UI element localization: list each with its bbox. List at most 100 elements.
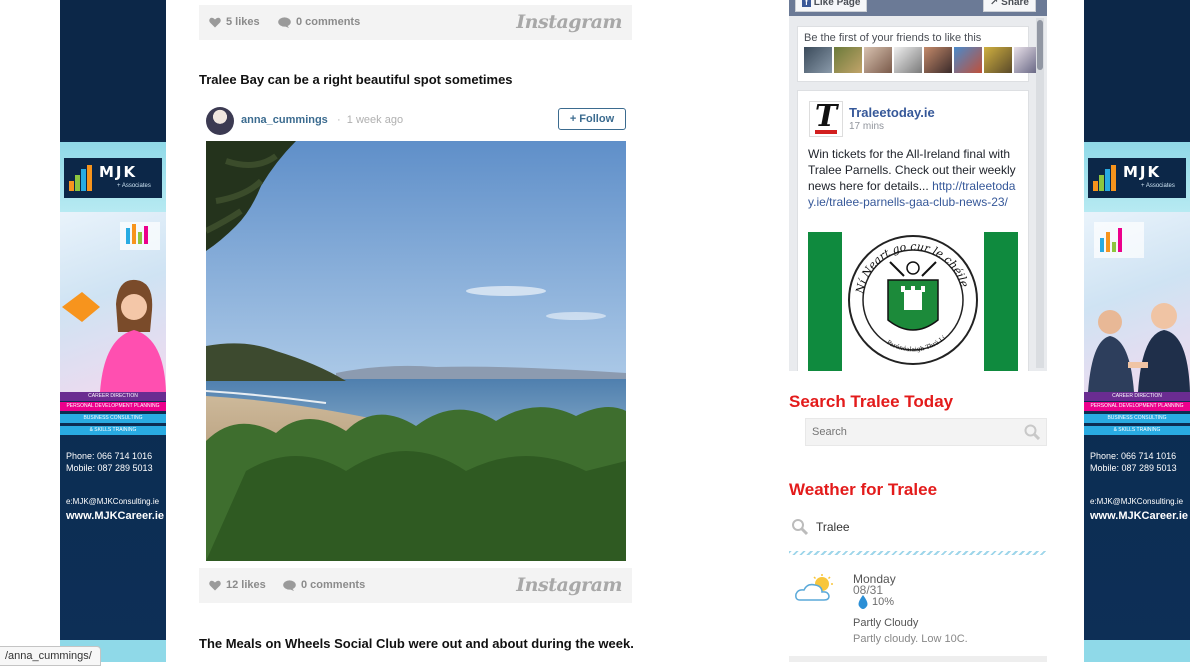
search-input[interactable]: [806, 419, 1018, 445]
post-photo[interactable]: [206, 141, 626, 561]
ad-strip-3: Business Consulting: [60, 414, 166, 423]
ad-business-illustration: [1088, 222, 1190, 392]
ad-brand-sub: + Associates: [117, 183, 151, 189]
ad-website: www.MJKCareer.ie: [66, 510, 165, 522]
friend-avatar[interactable]: [924, 47, 952, 73]
fb-post-time[interactable]: 17 mins: [849, 121, 884, 132]
gaa-crest-image: Ní Neart go cur le chéile Paránéalaigh T…: [808, 232, 1018, 371]
scroll-thumb[interactable]: [1037, 20, 1043, 70]
weather-heading: Weather for Tralee: [789, 480, 938, 499]
friend-avatar[interactable]: [864, 47, 892, 73]
ad-contact: Phone: 066 714 1016 Mobile: 087 289 5013…: [1090, 450, 1188, 522]
post-title[interactable]: Tralee Bay can be a right beautiful spot…: [199, 72, 513, 87]
ad-logo-area: MJK + Associates: [1084, 142, 1190, 212]
ad-strip-1: Career Direction: [1084, 392, 1190, 401]
fb-header: f Like Page ↗ Share: [789, 0, 1047, 16]
ad-mobile: Mobile: 087 289 5013: [66, 463, 153, 473]
fb-scrollbar[interactable]: [1036, 18, 1044, 368]
author-name[interactable]: anna_cummings: [241, 114, 328, 126]
like-page-button[interactable]: f Like Page: [795, 0, 868, 12]
ad-photo: [60, 212, 166, 392]
follow-label: Follow: [579, 113, 615, 125]
weather-forecast-day: Monday 08/31 10% Partly Cloudy Partly cl…: [789, 570, 1047, 650]
rain-chance: 10%: [857, 595, 894, 609]
comments-button[interactable]: 0 comments: [283, 579, 365, 591]
follow-button[interactable]: + Follow: [558, 108, 626, 130]
mjk-logo: MJK + Associates: [1088, 158, 1186, 198]
ad-brand-sub: + Associates: [1141, 183, 1175, 189]
ad-strip-2: Personal Development Planning: [1084, 402, 1190, 411]
ad-photo: [1084, 212, 1190, 392]
ad-strip-4: & Skills Training: [1084, 426, 1190, 435]
ad-contact: Phone: 066 714 1016 Mobile: 087 289 5013…: [66, 450, 165, 522]
bar-chart-icon: [69, 165, 93, 191]
beach-photo: [206, 141, 626, 561]
ad-strip-3: Business Consulting: [1084, 414, 1190, 423]
right-ad-banner[interactable]: MJK + Associates Career Direction Person…: [1084, 0, 1190, 662]
comment-icon: [278, 16, 291, 28]
rain-percent: 10%: [872, 596, 895, 608]
post-title[interactable]: The Meals on Wheels Social Club were out…: [199, 636, 634, 651]
post-footer: 12 likes 0 comments Instagram: [199, 568, 632, 603]
likes-button[interactable]: 12 likes: [209, 579, 266, 591]
ad-strip-4: & Skills Training: [60, 426, 166, 435]
forecast-condition: Partly Cloudy: [853, 617, 919, 629]
sidebar-bottom-bar: [789, 656, 1047, 662]
browser-status-url: /anna_cummings/: [0, 646, 101, 666]
ad-strip-2: Personal Development Planning: [60, 402, 166, 411]
partly-cloudy-icon: [795, 574, 833, 601]
ad-top-band: [60, 0, 166, 140]
search-box: [805, 418, 1047, 446]
forecast-description: Partly cloudy. Low 10C.: [853, 633, 968, 645]
left-ad-banner[interactable]: MJK + Associates Career Direction Person…: [60, 0, 166, 662]
avatar[interactable]: [206, 107, 234, 135]
instagram-logo[interactable]: Instagram: [516, 11, 622, 33]
ad-brand: MJK: [1123, 163, 1162, 181]
comments-button[interactable]: 0 comments: [278, 16, 360, 28]
share-label: Share: [1001, 0, 1029, 8]
likes-count: 5 likes: [226, 16, 260, 28]
weather-location[interactable]: Tralee: [789, 515, 1047, 539]
weather-divider: [789, 551, 1047, 555]
fb-page-name[interactable]: Traleetoday.ie: [849, 105, 935, 120]
facebook-icon: f: [802, 0, 811, 7]
friend-avatar[interactable]: [804, 47, 832, 73]
instagram-logo[interactable]: Instagram: [516, 574, 622, 596]
comment-icon: [283, 579, 296, 591]
facebook-page-widget: f Like Page ↗ Share Be the first of your…: [789, 0, 1047, 371]
ad-phone: Phone: 066 714 1016: [66, 451, 153, 461]
comments-count: 0 comments: [296, 16, 361, 28]
ad-brand: MJK: [99, 163, 138, 181]
like-page-label: Like Page: [813, 0, 861, 8]
post-time: · 1 week ago: [337, 114, 403, 126]
search-icon[interactable]: [1024, 424, 1040, 440]
time-ago: 1 week ago: [346, 114, 404, 126]
traleetoday-logo[interactable]: T: [809, 101, 843, 137]
ad-bottom-band: [1084, 640, 1190, 662]
search-heading: Search Tralee Today: [789, 392, 954, 411]
ad-mobile: Mobile: 087 289 5013: [1090, 463, 1177, 473]
share-button[interactable]: ↗ Share: [983, 0, 1036, 12]
friend-avatar[interactable]: [954, 47, 982, 73]
plus-icon: +: [569, 113, 577, 125]
fb-post: T Traleetoday.ie 17 mins Win tickets for…: [797, 90, 1029, 371]
friend-avatar[interactable]: [834, 47, 862, 73]
likes-button[interactable]: 5 likes: [209, 16, 260, 28]
separator-dot: ·: [337, 114, 341, 126]
friend-avatars: [804, 47, 1042, 73]
likes-count: 12 likes: [226, 579, 266, 591]
ad-email: e:MJK@MJKConsulting.ie: [66, 497, 160, 506]
fb-post-body: Win tickets for the All-Ireland final wi…: [808, 146, 1022, 210]
search-icon: [792, 519, 809, 536]
bar-chart-icon: [1093, 165, 1117, 191]
friend-avatar[interactable]: [984, 47, 1012, 73]
friends-text: Be the first of your friends to like thi…: [804, 32, 982, 44]
raindrop-icon: [858, 595, 868, 609]
share-icon: ↗: [990, 0, 999, 8]
fb-post-image[interactable]: Ní Neart go cur le chéile Paránéalaigh T…: [808, 232, 1018, 371]
comments-count: 0 comments: [301, 579, 366, 591]
heart-icon: [209, 17, 221, 27]
friend-avatar[interactable]: [894, 47, 922, 73]
ad-woman-illustration: [62, 222, 166, 392]
ad-phone: Phone: 066 714 1016: [1090, 451, 1177, 461]
